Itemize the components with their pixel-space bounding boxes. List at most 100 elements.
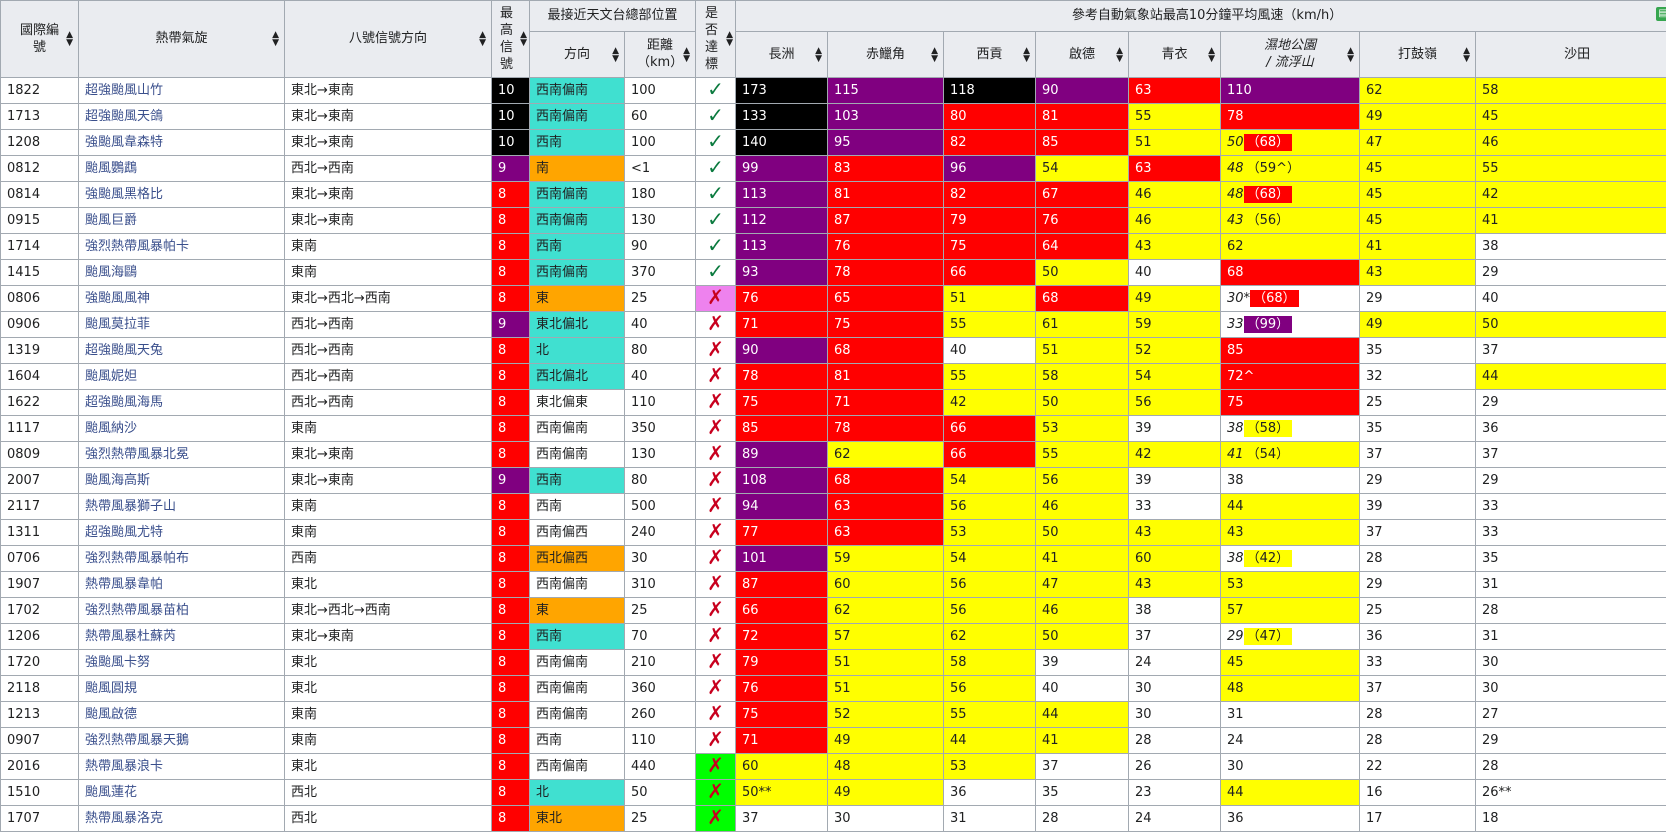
cyclone-name-link[interactable]: 熱帶風暴韋帕 <box>79 572 285 598</box>
cyclone-name-link[interactable]: 颱風妮妲 <box>79 364 285 390</box>
sort-icon[interactable]: ▲▼ <box>683 47 690 63</box>
cyclone-name-link[interactable]: 熱帶風暴獅子山 <box>79 494 285 520</box>
station-label: 西貢 <box>977 46 1003 63</box>
signal-direction-cell: 東南 <box>285 416 492 442</box>
signal-direction-cell: 東南 <box>285 702 492 728</box>
wind-speed-cell: 44 <box>944 728 1036 754</box>
sort-icon[interactable]: ▲▼ <box>1116 47 1123 63</box>
wind-speed-cell: 43（56） <box>1221 208 1360 234</box>
cyclone-name-link[interactable]: 颱風圓規 <box>79 676 285 702</box>
intl-no-cell: 2118 <box>1 676 79 702</box>
cyclone-name-link[interactable]: 強烈熱帶風暴苗柏 <box>79 598 285 624</box>
wind-value: 37 <box>742 811 759 826</box>
wind-value: 49 <box>1135 291 1152 306</box>
col-direction[interactable]: 方向▲▼ <box>530 32 625 78</box>
cyclone-name-link[interactable]: 強烈熱帶風暴北冕 <box>79 442 285 468</box>
table-body: 1822超強颱風山竹東北→東南10西南偏南100✓173115118906311… <box>1 78 1666 832</box>
cyclone-name-link[interactable]: 強颱風韋森特 <box>79 130 285 156</box>
col-signal-direction[interactable]: 八號信號方向▲▼ <box>285 1 492 78</box>
closest-distance-cell: 180 <box>625 182 696 208</box>
cyclone-name-link[interactable]: 熱帶風暴杜蘇芮 <box>79 624 285 650</box>
cyclone-name-link[interactable]: 颱風納沙 <box>79 416 285 442</box>
max-signal-cell: 10 <box>492 104 530 130</box>
wind-speed-cell: 29 <box>1476 390 1666 416</box>
wind-speed-cell: 36 <box>1360 624 1476 650</box>
cyclone-name-link[interactable]: 颱風巨爵 <box>79 208 285 234</box>
cyclone-name-link[interactable]: 強烈熱帶風暴帕布 <box>79 546 285 572</box>
wind-value: 48 <box>1227 187 1244 202</box>
wind-value: 52 <box>834 707 851 722</box>
signal-direction-cell: 東北 <box>285 676 492 702</box>
export-icon[interactable]: ▤ <box>1656 7 1666 21</box>
col-station-4[interactable]: 青衣▲▼ <box>1129 32 1221 78</box>
wind-value: 28 <box>1482 603 1499 618</box>
col-intl-no[interactable]: 國際編號▲▼ <box>1 1 79 78</box>
sort-icon[interactable]: ▲▼ <box>479 31 486 47</box>
sort-icon[interactable]: ▲▼ <box>1463 47 1470 63</box>
cyclone-name-link[interactable]: 颱風海鷗 <box>79 260 285 286</box>
wind-value: 29 <box>1482 265 1499 280</box>
col-reached[interactable]: 是否達標▲▼ <box>696 1 736 78</box>
cyclone-name-link[interactable]: 颱風鸚鵡 <box>79 156 285 182</box>
col-distance[interactable]: 距離（km）▲▼ <box>625 32 696 78</box>
max-signal-cell: 8 <box>492 572 530 598</box>
col-station-7[interactable]: 沙田▲▼ <box>1476 32 1666 78</box>
cyclone-name-link[interactable]: 強烈熱帶風暴帕卡 <box>79 234 285 260</box>
intl-no-cell: 2016 <box>1 754 79 780</box>
cyclone-name-link[interactable]: 強颱風風神 <box>79 286 285 312</box>
cyclone-name-link[interactable]: 超強颱風天鴿 <box>79 104 285 130</box>
cyclone-name-link[interactable]: 強颱風黑格比 <box>79 182 285 208</box>
col-max-signal[interactable]: 最高信號▲▼ <box>492 1 530 78</box>
wind-value: 36 <box>1366 629 1383 644</box>
wind-speed-cell: 81 <box>1036 104 1129 130</box>
cyclone-name-link[interactable]: 颱風海高斯 <box>79 468 285 494</box>
col-station-5[interactable]: 濕地公園 / 流浮山▲▼ <box>1221 32 1360 78</box>
sort-icon[interactable]: ▲▼ <box>1347 47 1354 63</box>
sort-icon[interactable]: ▲▼ <box>272 31 279 47</box>
closest-distance-cell: 40 <box>625 364 696 390</box>
sort-icon[interactable]: ▲▼ <box>612 47 619 63</box>
wind-value: 50 <box>1482 317 1499 332</box>
col-station-1[interactable]: 赤鱲角▲▼ <box>828 32 944 78</box>
cyclone-name-link[interactable]: 強烈熱帶風暴天鵝 <box>79 728 285 754</box>
wind-speed-cell: 28 <box>1129 728 1221 754</box>
max-signal-cell: 10 <box>492 130 530 156</box>
table-row: 0812颱風鸚鵡西北→西南9南<1✓998396546348（59^）4555 <box>1 156 1666 182</box>
cyclone-name-link[interactable]: 颱風啟德 <box>79 702 285 728</box>
intl-no-cell: 1208 <box>1 130 79 156</box>
wind-speed-cell: 48（68） <box>1221 182 1360 208</box>
cyclone-name-link[interactable]: 強颱風卡努 <box>79 650 285 676</box>
col-station-6[interactable]: 打鼓嶺▲▼ <box>1360 32 1476 78</box>
wind-speed-cell: 95 <box>828 130 944 156</box>
wind-speed-cell: 47 <box>1036 572 1129 598</box>
cyclone-name-link[interactable]: 熱帶風暴浪卡 <box>79 754 285 780</box>
wind-value: 75 <box>742 707 759 722</box>
cyclone-name-link[interactable]: 颱風蓮花 <box>79 780 285 806</box>
intl-no-cell: 1714 <box>1 234 79 260</box>
sort-icon[interactable]: ▲▼ <box>520 31 527 47</box>
wind-value: 37 <box>1042 759 1059 774</box>
cyclone-name-link[interactable]: 颱風莫拉菲 <box>79 312 285 338</box>
cyclone-name-link[interactable]: 超強颱風尤特 <box>79 520 285 546</box>
sort-icon[interactable]: ▲▼ <box>726 31 733 47</box>
sort-icon[interactable]: ▲▼ <box>1023 47 1030 63</box>
wind-speed-cell: 37 <box>1360 442 1476 468</box>
cyclone-name-link[interactable]: 超強颱風天兔 <box>79 338 285 364</box>
signal-direction-cell: 東北→東南 <box>285 130 492 156</box>
cyclone-name-link[interactable]: 超強颱風山竹 <box>79 78 285 104</box>
wind-speed-cell: 45 <box>1360 156 1476 182</box>
sort-icon[interactable]: ▲▼ <box>66 31 73 47</box>
wind-speed-cell: 35 <box>1476 546 1666 572</box>
cyclone-name-link[interactable]: 超強颱風海馬 <box>79 390 285 416</box>
sort-icon[interactable]: ▲▼ <box>815 47 822 63</box>
cyclone-name-link[interactable]: 熱帶風暴洛克 <box>79 806 285 832</box>
col-station-3[interactable]: 啟德▲▼ <box>1036 32 1129 78</box>
sort-icon[interactable]: ▲▼ <box>931 47 938 63</box>
wind-speed-cell: 42 <box>944 390 1036 416</box>
col-station-0[interactable]: 長洲▲▼ <box>736 32 828 78</box>
wind-speed-cell: 42 <box>1476 182 1666 208</box>
cross-icon: ✗ <box>707 312 724 335</box>
sort-icon[interactable]: ▲▼ <box>1208 47 1215 63</box>
col-station-2[interactable]: 西貢 ▲▼ <box>944 32 1036 78</box>
col-cyclone[interactable]: 熱帶氣旋▲▼ <box>79 1 285 78</box>
